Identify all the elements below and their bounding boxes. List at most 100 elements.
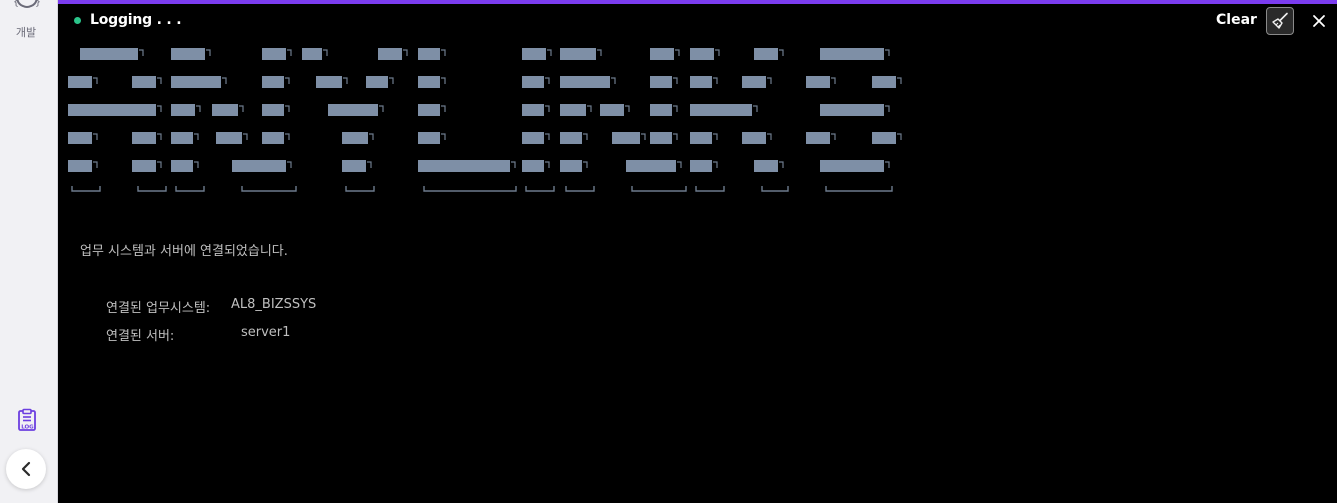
banner-block bbox=[742, 132, 766, 144]
banner-stroke bbox=[287, 49, 292, 56]
banner-block bbox=[754, 48, 778, 60]
banner-block bbox=[262, 48, 286, 60]
log-row-value: server1 bbox=[241, 325, 291, 340]
banner-underline bbox=[71, 186, 101, 192]
banner-stroke bbox=[194, 133, 199, 140]
banner-underline bbox=[175, 186, 205, 192]
banner-stroke bbox=[157, 161, 162, 168]
banner-stroke bbox=[713, 77, 718, 84]
banner-block bbox=[754, 160, 778, 172]
banner-stroke bbox=[753, 105, 758, 112]
banner-block bbox=[378, 48, 402, 60]
banner-block bbox=[522, 48, 546, 60]
banner-stroke bbox=[441, 133, 446, 140]
banner-block bbox=[806, 76, 830, 88]
log-panel: Logging . . . Clear 업무 시스템과 서버에 연결되었습니다.… bbox=[58, 0, 1337, 503]
banner-stroke bbox=[897, 77, 902, 84]
banner-block bbox=[560, 160, 582, 172]
banner-stroke bbox=[239, 105, 244, 112]
banner-block bbox=[650, 76, 672, 88]
banner-underline bbox=[761, 186, 789, 192]
banner-stroke bbox=[511, 161, 516, 168]
banner-stroke bbox=[547, 49, 552, 56]
banner-block bbox=[302, 48, 322, 60]
banner-stroke bbox=[243, 133, 248, 140]
banner-block bbox=[171, 160, 193, 172]
banner-block bbox=[366, 76, 388, 88]
banner-block bbox=[418, 104, 440, 116]
banner-block bbox=[742, 76, 766, 88]
banner-block bbox=[232, 160, 286, 172]
banner-block bbox=[560, 132, 582, 144]
banner-block bbox=[262, 76, 284, 88]
svg-text:{: { bbox=[13, 0, 19, 8]
close-button[interactable] bbox=[1310, 10, 1328, 32]
banner-block bbox=[216, 132, 242, 144]
sidebar: { } 개발 LOG bbox=[0, 0, 58, 503]
banner-stroke bbox=[831, 133, 836, 140]
banner-stroke bbox=[285, 77, 290, 84]
banner-stroke bbox=[713, 133, 718, 140]
banner-block bbox=[806, 132, 830, 144]
banner-stroke bbox=[545, 77, 550, 84]
banner-stroke bbox=[831, 77, 836, 84]
banner-block bbox=[820, 48, 884, 60]
banner-block bbox=[418, 160, 510, 172]
banner-stroke bbox=[93, 161, 98, 168]
banner-stroke bbox=[441, 77, 446, 84]
banner-stroke bbox=[583, 133, 588, 140]
banner-stroke bbox=[885, 105, 890, 112]
banner-underline bbox=[241, 186, 297, 192]
close-icon bbox=[1313, 15, 1325, 27]
banner-underline bbox=[825, 186, 893, 192]
banner-stroke bbox=[675, 49, 680, 56]
banner-stroke bbox=[641, 133, 646, 140]
banner-underline bbox=[565, 186, 595, 192]
banner-block bbox=[132, 132, 156, 144]
banner-stroke bbox=[403, 49, 408, 56]
banner-block bbox=[690, 48, 714, 60]
banner-underline bbox=[695, 186, 725, 192]
banner-block bbox=[171, 76, 221, 88]
dev-label: 개발 bbox=[15, 26, 37, 39]
banner-block bbox=[132, 76, 156, 88]
banner-block bbox=[522, 132, 544, 144]
banner-stroke bbox=[285, 105, 290, 112]
banner-stroke bbox=[713, 161, 718, 168]
banner-stroke bbox=[545, 161, 550, 168]
banner-stroke bbox=[441, 49, 446, 56]
banner-stroke bbox=[367, 161, 372, 168]
banner-stroke bbox=[779, 49, 784, 56]
clear-button[interactable]: Clear bbox=[1216, 12, 1257, 28]
banner-block bbox=[872, 76, 896, 88]
banner-block bbox=[171, 104, 195, 116]
banner-block bbox=[328, 104, 378, 116]
log-clipboard-icon[interactable]: LOG bbox=[15, 408, 39, 432]
banner-stroke bbox=[677, 161, 682, 168]
sidebar-collapse-button[interactable] bbox=[6, 449, 46, 489]
broom-icon bbox=[1272, 12, 1288, 29]
banner-block bbox=[418, 76, 440, 88]
banner-stroke bbox=[779, 161, 784, 168]
svg-text:}: } bbox=[35, 0, 41, 8]
banner-stroke bbox=[673, 77, 678, 84]
banner-block bbox=[872, 132, 896, 144]
banner-stroke bbox=[139, 49, 144, 56]
banner-stroke bbox=[767, 77, 772, 84]
banner-block bbox=[612, 132, 640, 144]
code-face-icon[interactable]: { } bbox=[11, 0, 43, 16]
banner-block bbox=[690, 76, 712, 88]
banner-block bbox=[820, 104, 884, 116]
broom-button[interactable] bbox=[1266, 7, 1294, 35]
banner-stroke bbox=[369, 133, 374, 140]
chevron-left-icon bbox=[21, 461, 31, 477]
banner-underline bbox=[525, 186, 555, 192]
banner-stroke bbox=[157, 77, 162, 84]
banner-block bbox=[650, 48, 674, 60]
banner-stroke bbox=[625, 105, 630, 112]
banner-stroke bbox=[93, 133, 98, 140]
banner-stroke bbox=[379, 105, 384, 112]
banner-stroke bbox=[545, 133, 550, 140]
banner-stroke bbox=[583, 161, 588, 168]
log-row-value: AL8_BIZSSYS bbox=[231, 297, 317, 312]
